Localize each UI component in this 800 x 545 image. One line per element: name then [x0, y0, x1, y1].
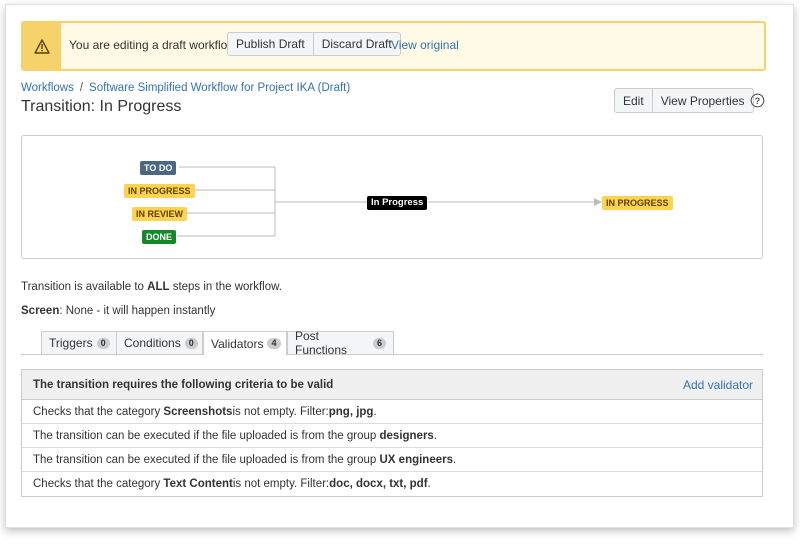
tab-label: Post Functions: [295, 329, 348, 357]
validator-row: The transition can be executed if the fi…: [22, 448, 762, 472]
tab-count: 0: [96, 337, 110, 349]
row-bold: doc, docx, txt, pdf: [329, 478, 428, 490]
validators-title: The transition requires the following cr…: [33, 378, 334, 391]
validators-header: The transition requires the following cr…: [22, 370, 762, 400]
row-text: The transition can be executed if the fi…: [33, 429, 377, 442]
validator-row: The transition can be executed if the fi…: [22, 424, 762, 448]
publish-draft-button[interactable]: Publish Draft: [227, 32, 314, 56]
transition-tabs: Triggers 0 Conditions 0 Validators 4 Post F…: [21, 329, 763, 357]
view-properties-button[interactable]: View Properties: [652, 88, 754, 113]
add-validator-link[interactable]: Add validator: [683, 378, 753, 392]
tab-label: Triggers: [49, 336, 93, 350]
row-text: .: [427, 478, 431, 490]
breadcrumb: Workflows / Software Simplified Workflow f…: [21, 82, 350, 94]
edit-button[interactable]: Edit: [614, 88, 653, 113]
tab-count: 0: [184, 337, 198, 349]
breadcrumb-workflows[interactable]: Workflows: [21, 82, 74, 94]
status-done[interactable]: DONE: [142, 230, 177, 244]
row-text: .: [453, 453, 457, 466]
validators-table: The transition requires the following cr…: [21, 369, 763, 497]
row-text: The transition can be executed if the fi…: [33, 453, 377, 466]
row-bold: designers: [379, 429, 434, 442]
tab-label: Conditions: [124, 336, 181, 350]
row-bold: UX engineers: [379, 453, 454, 466]
page-title: Transition: In Progress: [21, 98, 182, 115]
screen-value: : None - it will happen instantly: [59, 305, 216, 317]
transition-diagram: TO DO IN PROGRESS IN REVIEW DONE In Prog…: [21, 135, 763, 259]
screen-label: Screen: [21, 305, 60, 317]
status-in-progress[interactable]: IN PROGRESS: [124, 184, 195, 198]
breadcrumb-workflow[interactable]: Software Simplified Workflow for Project…: [89, 82, 350, 94]
draft-actions: Publish Draft Discard Draft: [227, 32, 401, 56]
row-text: Checks that the category: [33, 405, 161, 418]
view-original-link[interactable]: View original: [391, 38, 459, 52]
status-todo[interactable]: TO DO: [140, 161, 177, 175]
row-bold: Screenshots: [163, 405, 233, 418]
validator-row: Checks that the category Text Content is…: [22, 472, 762, 496]
discard-draft-button[interactable]: Discard Draft: [313, 32, 401, 56]
tab-validators[interactable]: Validators 4: [203, 331, 287, 355]
tab-post-functions[interactable]: Post Functions 6: [287, 329, 394, 357]
draft-banner: You are editing a draft workflow. Publis…: [21, 21, 766, 71]
availability-text: Transition is available to ALL steps in …: [21, 281, 282, 293]
tab-label: Validators: [211, 336, 264, 351]
tab-count: 4: [267, 338, 281, 349]
tab-triggers[interactable]: Triggers 0: [41, 331, 117, 354]
row-bold: png, jpg: [328, 405, 374, 418]
row-text: .: [373, 405, 377, 418]
breadcrumb-separator: /: [79, 82, 84, 94]
row-bold: Text Content: [163, 478, 233, 490]
header-actions: Edit View Properties: [614, 88, 754, 113]
row-text: is not empty. Filter:: [232, 478, 330, 490]
tab-conditions[interactable]: Conditions 0: [116, 331, 203, 354]
warning-icon: [23, 23, 61, 69]
help-icon[interactable]: ?: [750, 93, 765, 108]
row-text: Checks that the category: [33, 478, 161, 490]
tab-count: 6: [372, 337, 386, 349]
transition-node[interactable]: In Progress: [367, 196, 428, 210]
status-in-review[interactable]: IN REVIEW: [132, 207, 188, 221]
target-status[interactable]: IN PROGRESS: [602, 196, 673, 210]
screen-text: Screen: None - it will happen instantly: [21, 305, 215, 317]
validator-row: Checks that the category Screenshots is …: [22, 400, 762, 424]
availability-prefix: Transition is available to: [21, 281, 148, 293]
availability-bold: ALL: [147, 281, 170, 293]
availability-suffix: steps in the workflow.: [169, 281, 282, 293]
row-text: .: [433, 429, 438, 442]
svg-text:?: ?: [755, 96, 761, 106]
row-text: is not empty. Filter:: [232, 405, 329, 418]
banner-message: You are editing a draft workflow.: [69, 38, 239, 52]
